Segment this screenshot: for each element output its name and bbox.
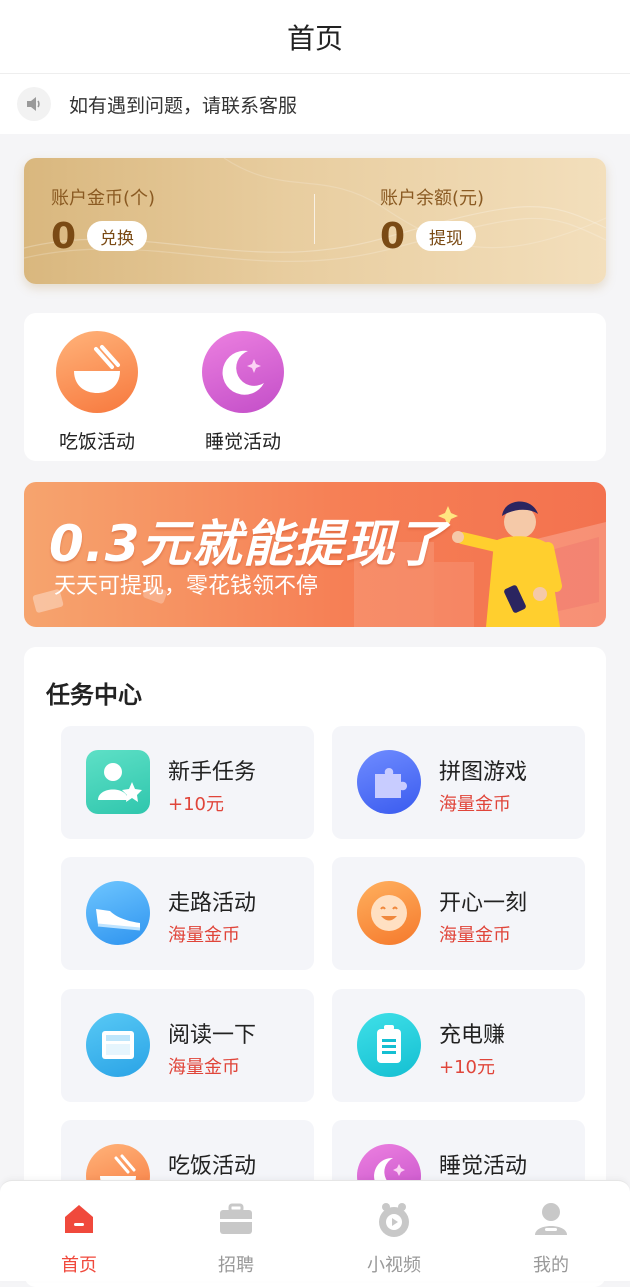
task-reward: +10元 [168,794,224,815]
newspaper-icon [86,1013,150,1077]
top-bar: 首页 [0,0,630,74]
tab-me-label: 我的 [533,1255,569,1276]
activity-eat[interactable]: 吃饭活动 [42,331,152,454]
task-reward: 海量金币 [439,925,511,946]
bottom-tab-bar: 首页 招聘 小视频 我的 [0,1180,630,1281]
task-name: 新手任务 [168,760,257,785]
account-divider [314,194,315,244]
tab-home-label: 首页 [61,1255,97,1276]
task-card-puzzle[interactable]: 拼图游戏 海量金币 [332,726,585,839]
smile-icon [357,881,421,945]
task-card-read[interactable]: 阅读一下 海量金币 [61,989,314,1102]
task-reward: 海量金币 [168,1057,240,1078]
task-card-happy[interactable]: 开心一刻 海量金币 [332,857,585,970]
task-reward: +10元 [439,1057,495,1078]
puzzle-icon [357,750,421,814]
task-card-walk[interactable]: 走路活动 海量金币 [61,857,314,970]
notice-text: 如有遇到问题，请联系客服 [69,94,298,117]
task-name: 开心一刻 [439,891,528,916]
briefcase-icon [216,1199,256,1239]
promo-banner[interactable]: 0.3元就能提现了 天天可提现，零花钱领不停 [24,482,606,627]
task-center-title: 任务中心 [46,681,142,709]
speaker-icon [17,87,51,121]
task-card-newbie[interactable]: 新手任务 +10元 [61,726,314,839]
home-icon [59,1199,99,1239]
coins-label: 账户金币(个) [51,188,156,209]
task-name: 阅读一下 [168,1023,257,1048]
rice-bowl-icon [56,331,138,413]
battery-icon [357,1013,421,1077]
task-reward: 海量金币 [168,925,240,946]
video-icon [374,1199,414,1239]
sneaker-icon [86,881,150,945]
user-icon [531,1199,571,1239]
new-user-icon [86,750,150,814]
page-title: 首页 [286,21,343,55]
withdraw-button[interactable]: 提现 [416,221,476,251]
tab-home[interactable]: 首页 [29,1199,129,1277]
tab-me[interactable]: 我的 [501,1199,601,1277]
task-name: 走路活动 [168,891,257,916]
task-name: 吃饭活动 [168,1154,257,1179]
tab-video[interactable]: 小视频 [344,1199,444,1277]
moon-icon [202,331,284,413]
activities-panel: 吃饭活动 睡觉活动 [24,313,606,461]
notice-bar[interactable]: 如有遇到问题，请联系客服 [0,74,630,134]
task-name: 充电赚 [439,1023,506,1048]
task-reward: 海量金币 [439,794,511,815]
coins-value: 0 [51,216,77,257]
banner-subline: 天天可提现，零花钱领不停 [54,574,319,599]
task-name: 睡觉活动 [439,1154,528,1179]
tab-recruit[interactable]: 招聘 [186,1199,286,1277]
balance-label: 账户余额(元) [380,188,485,209]
task-card-charge[interactable]: 充电赚 +10元 [332,989,585,1102]
activity-sleep[interactable]: 睡觉活动 [188,331,298,454]
tab-video-label: 小视频 [367,1255,421,1276]
activity-eat-label: 吃饭活动 [58,431,135,453]
activity-sleep-label: 睡觉活动 [204,431,281,453]
account-card: 账户金币(个) 0 兑换 账户余额(元) 0 提现 [24,158,606,284]
task-name: 拼图游戏 [439,760,528,785]
balance-value: 0 [380,216,406,257]
banner-headline: 0.3元就能提现了 [49,515,447,573]
exchange-button[interactable]: 兑换 [87,221,147,251]
tab-recruit-label: 招聘 [218,1255,254,1276]
